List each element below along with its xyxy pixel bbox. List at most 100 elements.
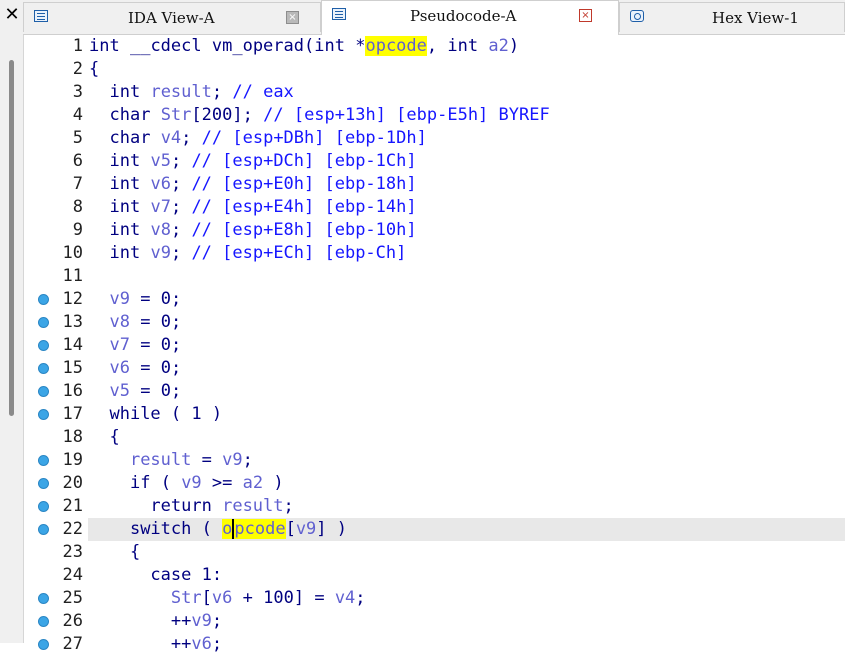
code-line[interactable]: 11 (23, 265, 845, 288)
code-text[interactable]: int v6; // [esp+E0h] [ebp-18h] (89, 173, 416, 196)
code-text[interactable]: v8 = 0; (89, 311, 181, 334)
breakpoint-dot-icon[interactable] (38, 340, 49, 351)
code-text[interactable]: v6 = 0; (89, 357, 181, 380)
breakpoint-dot-icon[interactable] (38, 593, 49, 604)
breakpoint-dot-icon[interactable] (38, 616, 49, 627)
tab-pseudocode-a[interactable]: Pseudocode-A × (321, 0, 619, 35)
code-text[interactable]: int v8; // [esp+E8h] [ebp-10h] (89, 219, 416, 242)
line-number: 11 (62, 266, 83, 286)
breakpoint-dot-icon[interactable] (38, 501, 49, 512)
code-text[interactable]: v5 = 0; (89, 380, 181, 403)
breakpoint-dot-icon[interactable] (38, 317, 49, 328)
code-text[interactable]: int v7; // [esp+E4h] [ebp-14h] (89, 196, 416, 219)
code-text[interactable]: char Str[200]; // [esp+13h] [ebp-E5h] BY… (89, 104, 549, 127)
code-line[interactable]: 18 { (23, 426, 845, 449)
code-text[interactable]: char v4; // [esp+DBh] [ebp-1Dh] (89, 127, 426, 150)
line-number: 23 (62, 542, 83, 562)
code-text[interactable]: int __cdecl vm_operad(int *opcode, int a… (89, 35, 519, 58)
code-text[interactable]: ++v9; (89, 610, 222, 633)
line-number: 4 (72, 105, 83, 125)
tab-close-icon[interactable]: × (286, 11, 299, 24)
code-line[interactable]: 2{ (23, 58, 845, 81)
breakpoint-dot-icon[interactable] (38, 639, 49, 650)
code-line[interactable]: 14 v7 = 0; (23, 334, 845, 357)
ida-view-icon (34, 10, 48, 22)
code-text[interactable]: { (89, 426, 119, 449)
line-number: 19 (62, 450, 83, 470)
tab-ida-view-a[interactable]: IDA View-A × (23, 2, 321, 32)
code-line[interactable]: 22 switch ( o pcode[v9] ) (38, 518, 845, 541)
tab-label: Pseudocode-A (410, 7, 517, 25)
code-text[interactable]: int v5; // [esp+DCh] [ebp-1Ch] (89, 150, 416, 173)
line-number: 3 (72, 82, 83, 102)
breakpoint-dot-icon[interactable] (38, 409, 49, 420)
line-number: 25 (62, 588, 83, 608)
line-number: 2 (72, 59, 83, 79)
code-text[interactable]: result = v9; (89, 449, 253, 472)
code-line[interactable]: 26 ++v9; (23, 610, 845, 633)
line-number: 10 (62, 243, 83, 263)
breakpoint-dot-icon[interactable] (38, 455, 49, 466)
line-number: 12 (62, 289, 83, 309)
code-text[interactable]: { (89, 541, 140, 564)
breakpoint-dot-icon[interactable] (38, 478, 49, 489)
code-text[interactable]: switch ( o pcode[v9] ) (89, 518, 347, 541)
line-number: 14 (62, 335, 83, 355)
line-number: 27 (62, 634, 83, 654)
code-line[interactable]: 8 int v7; // [esp+E4h] [ebp-14h] (23, 196, 845, 219)
code-line[interactable]: 6 int v5; // [esp+DCh] [ebp-1Ch] (23, 150, 845, 173)
code-line[interactable]: 7 int v6; // [esp+E0h] [ebp-18h] (23, 173, 845, 196)
code-text[interactable]: int result; // eax (89, 81, 293, 104)
code-line[interactable]: 25 Str[v6 + 100] = v4; (23, 587, 845, 610)
tab-label: Hex View-1 (712, 9, 799, 27)
code-line[interactable]: 17 while ( 1 ) (23, 403, 845, 426)
close-icon[interactable]: ✕ (2, 4, 22, 26)
code-text[interactable]: if ( v9 >= a2 ) (89, 472, 284, 495)
line-number: 7 (72, 174, 83, 194)
code-text[interactable]: int v9; // [esp+ECh] [ebp-Ch] (89, 242, 406, 265)
code-line[interactable]: 4 char Str[200]; // [esp+13h] [ebp-E5h] … (23, 104, 845, 127)
vertical-scrollbar[interactable] (9, 60, 14, 416)
line-number: 15 (62, 358, 83, 378)
breakpoint-dot-icon[interactable] (38, 294, 49, 305)
code-line[interactable]: 20 if ( v9 >= a2 ) (23, 472, 845, 495)
line-number: 22 (62, 519, 83, 539)
code-line[interactable]: 16 v5 = 0; (23, 380, 845, 403)
line-number: 1 (72, 36, 83, 56)
pseudocode-icon (332, 8, 346, 20)
line-number: 20 (62, 473, 83, 493)
code-text[interactable]: return result; (89, 495, 293, 518)
code-line[interactable]: 13 v8 = 0; (23, 311, 845, 334)
line-number: 16 (62, 381, 83, 401)
code-text[interactable]: Str[v6 + 100] = v4; (89, 587, 366, 610)
code-line[interactable]: 10 int v9; // [esp+ECh] [ebp-Ch] (23, 242, 845, 265)
code-line[interactable]: 3 int result; // eax (23, 81, 845, 104)
code-text[interactable]: case 1: (89, 564, 222, 587)
code-line[interactable]: 9 int v8; // [esp+E8h] [ebp-10h] (23, 219, 845, 242)
line-number: 18 (62, 427, 83, 447)
left-panel-strip: ✕ (0, 0, 24, 643)
tab-hex-view-1[interactable]: Hex View-1 (619, 2, 845, 32)
code-line[interactable]: 27 ++v6; (23, 633, 845, 656)
line-number: 6 (72, 151, 83, 171)
code-text[interactable]: ++v6; (89, 633, 222, 656)
code-line[interactable]: 12 v9 = 0; (23, 288, 845, 311)
code-line[interactable]: 19 result = v9; (23, 449, 845, 472)
pseudocode-editor[interactable]: 1 int __cdecl vm_operad(int *opcode, int … (23, 35, 845, 654)
breakpoint-dot-icon[interactable] (38, 363, 49, 374)
code-line[interactable]: 5 char v4; // [esp+DBh] [ebp-1Dh] (23, 127, 845, 150)
code-line[interactable]: 21 return result; (23, 495, 845, 518)
breakpoint-dot-icon[interactable] (38, 524, 49, 535)
code-text[interactable]: { (89, 58, 99, 81)
code-text[interactable]: v9 = 0; (89, 288, 181, 311)
line-number: 21 (62, 496, 83, 516)
line-number: 26 (62, 611, 83, 631)
code-line[interactable]: 24 case 1: (23, 564, 845, 587)
code-line[interactable]: 1 int __cdecl vm_operad(int *opcode, int … (23, 35, 845, 58)
code-line[interactable]: 15 v6 = 0; (23, 357, 845, 380)
code-text[interactable]: v7 = 0; (89, 334, 181, 357)
code-text[interactable]: while ( 1 ) (89, 403, 222, 426)
tab-close-icon[interactable]: × (579, 9, 592, 22)
code-line[interactable]: 23 { (23, 541, 845, 564)
breakpoint-dot-icon[interactable] (38, 386, 49, 397)
